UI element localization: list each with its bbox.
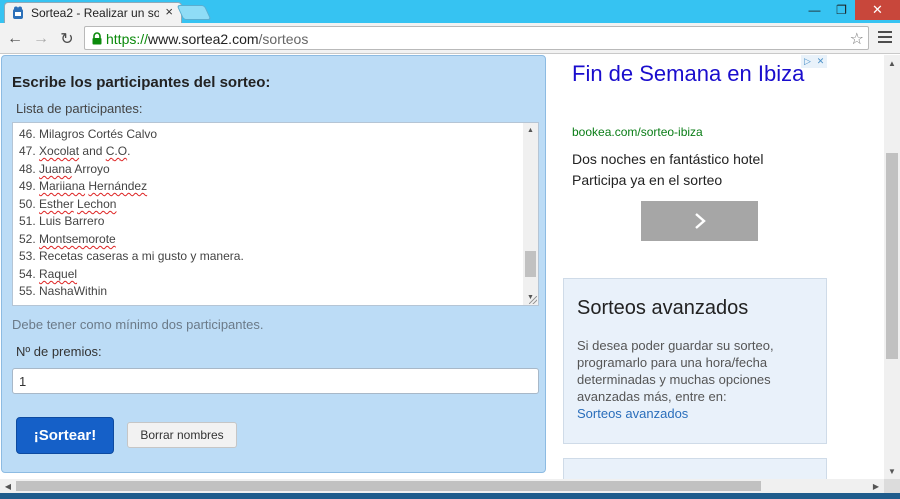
browser-toolbar: ← → ↻ https://www.sortea2.com/sorteos ☆: [0, 23, 900, 54]
url-scheme: https://: [106, 31, 149, 47]
participants-textarea[interactable]: 46. Milagros Cortés Calvo 47. Xocolat an…: [12, 122, 539, 306]
ad-headline[interactable]: Fin de Semana en Ibiza: [572, 60, 812, 88]
prizes-input[interactable]: [12, 368, 539, 394]
participant-name-end: C.O: [105, 144, 128, 158]
minimize-button[interactable]: —: [801, 0, 828, 20]
title-bar: Sortea2 - Realizar un sorteo × — ❐ ✕: [0, 0, 900, 23]
participant-line: 46. Milagros Cortés Calvo: [19, 127, 158, 141]
scrollbar-corner: [884, 479, 900, 493]
scroll-up-icon[interactable]: ▲: [523, 123, 538, 138]
address-bar[interactable]: https://www.sortea2.com/sorteos ☆: [84, 26, 869, 50]
ad-block[interactable]: Fin de Semana en Ibiza bookea.com/sorteo…: [562, 55, 828, 265]
chevron-right-icon: [694, 213, 706, 229]
participant-name: Xocolat: [39, 144, 80, 158]
ad-choices-icon[interactable]: ▷: [801, 55, 814, 68]
sidebar-box: [563, 458, 827, 479]
ad-line-2: Participa ya en el sorteo: [572, 172, 723, 188]
prizes-label: Nº de premios:: [16, 344, 102, 359]
page-viewport: Escribe los participantes del sorteo: Li…: [0, 55, 884, 479]
textarea-scrollbar[interactable]: ▲ ▼: [523, 123, 538, 305]
participant-line: 48. Juana Arroyo: [19, 162, 110, 176]
page-vertical-scrollbar[interactable]: ▲ ▼: [884, 55, 900, 479]
forward-button[interactable]: →: [30, 28, 52, 50]
ad-go-button[interactable]: [641, 201, 758, 241]
bookmark-star-icon[interactable]: ☆: [850, 29, 864, 49]
hamburger-menu-icon[interactable]: [878, 31, 892, 45]
advanced-title: Sorteos avanzados: [577, 297, 749, 319]
url-host: www.sortea2.com: [148, 31, 259, 47]
sortea2-favicon-icon: [13, 6, 23, 19]
participant-number: 47.: [19, 144, 40, 158]
advanced-draws-link[interactable]: Sorteos avanzados: [577, 406, 688, 421]
participant-name-rest: and: [82, 144, 106, 158]
participant-line: 49. Mariiana Hernández: [19, 179, 148, 193]
back-button[interactable]: ←: [4, 28, 26, 50]
ad-text: Dos noches en fantástico hotel Participa…: [572, 149, 812, 191]
lock-icon: [92, 32, 102, 45]
tab-title: Sortea2 - Realizar un sorteo: [31, 6, 159, 20]
page-hscroll-thumb[interactable]: [16, 481, 761, 491]
close-window-button[interactable]: ✕: [855, 0, 900, 20]
participant-line: 51. Luis Barrero: [19, 214, 105, 228]
participant-line: 47. Xocolat and C.O.: [19, 144, 131, 158]
participant-line: 55. NashaWithin: [19, 284, 108, 298]
os-taskbar: [0, 493, 900, 499]
ad-line-1: Dos noches en fantástico hotel: [572, 151, 764, 167]
page-scroll-thumb[interactable]: [886, 153, 898, 359]
new-tab-button[interactable]: [176, 5, 212, 20]
participant-line: 50. Esther Lechon: [19, 197, 117, 211]
advanced-text: Si desea poder guardar su sorteo, progra…: [577, 338, 774, 404]
window-controls: — ❐ ✕: [801, 0, 900, 20]
page-scroll-down-icon[interactable]: ▼: [884, 463, 900, 479]
textarea-scroll-thumb[interactable]: [525, 251, 536, 277]
page-scroll-right-icon[interactable]: ▶: [868, 479, 884, 493]
ad-url[interactable]: bookea.com/sorteo-ibiza: [572, 125, 703, 139]
participants-label: Lista de participantes:: [16, 101, 143, 116]
form-heading: Escribe los participantes del sorteo:: [12, 74, 271, 91]
advanced-draws-box: Sorteos avanzados Si desea poder guardar…: [563, 278, 827, 444]
participant-line: 54. Raquel: [19, 267, 78, 281]
participant-line: 52. Montsemorote: [19, 232, 116, 246]
draw-form-panel: Escribe los participantes del sorteo: Li…: [1, 55, 546, 473]
ad-close-icon[interactable]: ✕: [814, 55, 827, 68]
min-participants-hint: Debe tener como mínimo dos participantes…: [12, 317, 264, 332]
page-scroll-up-icon[interactable]: ▲: [884, 55, 900, 71]
draw-button[interactable]: ¡Sortear!: [16, 417, 114, 454]
url-text: https://www.sortea2.com/sorteos: [106, 31, 308, 47]
clear-names-button[interactable]: Borrar nombres: [127, 422, 237, 448]
url-path: /sorteos: [258, 31, 309, 47]
reload-button[interactable]: ↻: [56, 28, 78, 50]
page-scroll-left-icon[interactable]: ◀: [0, 479, 16, 493]
maximize-button[interactable]: ❐: [828, 0, 855, 20]
participant-line: 53. Recetas caseras a mi gusto y manera.: [19, 249, 244, 263]
page-horizontal-scrollbar[interactable]: ◀ ▶: [0, 479, 884, 493]
ad-choices[interactable]: ▷ ✕: [801, 55, 827, 68]
browser-tab[interactable]: Sortea2 - Realizar un sorteo ×: [4, 2, 182, 23]
resize-grip-icon[interactable]: [529, 296, 537, 304]
tab-close-icon[interactable]: ×: [165, 5, 173, 19]
